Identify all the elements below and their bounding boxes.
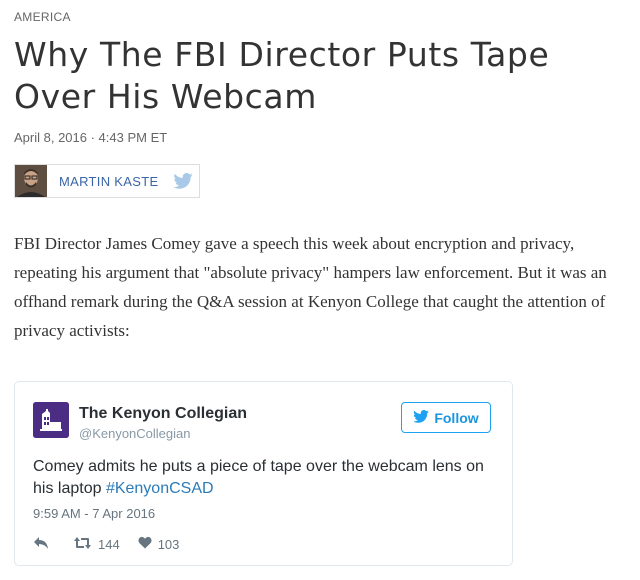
article-dateline: April 8, 2016 · 4:43 PM ET [14, 130, 168, 145]
retweet-count: 144 [98, 536, 120, 552]
section-label[interactable]: AMERICA [14, 10, 71, 24]
author-name-link[interactable]: MARTIN KASTE [59, 174, 158, 189]
embedded-tweet: The Kenyon Collegian @KenyonCollegian Fo… [14, 381, 513, 566]
article-headline: Why The FBI Director Puts Tape Over His … [14, 35, 550, 116]
follow-button-label: Follow [434, 409, 479, 426]
author-avatar[interactable] [15, 165, 47, 197]
like-count: 103 [157, 536, 180, 552]
author-byline: MARTIN KASTE [14, 164, 200, 198]
tweet-text: Comey admits he puts a piece of tape ove… [33, 456, 503, 500]
retweet-action[interactable]: 144 [73, 536, 120, 553]
tweet-author-avatar[interactable] [33, 402, 69, 438]
retweet-icon [73, 536, 92, 553]
like-action[interactable]: 103 [138, 536, 180, 552]
tweet-timestamp[interactable]: 9:59 AM - 7 Apr 2016 [33, 506, 155, 521]
tweet-author-handle[interactable]: @KenyonCollegian [79, 426, 191, 441]
tweet-author-name[interactable]: The Kenyon Collegian [79, 405, 247, 423]
twitter-bird-icon[interactable] [173, 173, 193, 189]
heart-icon [138, 536, 152, 552]
follow-button[interactable]: Follow [401, 402, 491, 433]
tweet-actions: 144 103 [33, 534, 179, 554]
reply-arrow-icon [33, 536, 49, 553]
tweet-text-body: Comey admits he puts a piece of tape ove… [33, 458, 484, 497]
article-body-paragraph: FBI Director James Comey gave a speech t… [14, 234, 607, 340]
tweet-hashtag-link[interactable]: #KenyonCSAD [106, 480, 214, 497]
twitter-bird-icon [413, 409, 430, 426]
reply-action[interactable] [33, 536, 49, 553]
